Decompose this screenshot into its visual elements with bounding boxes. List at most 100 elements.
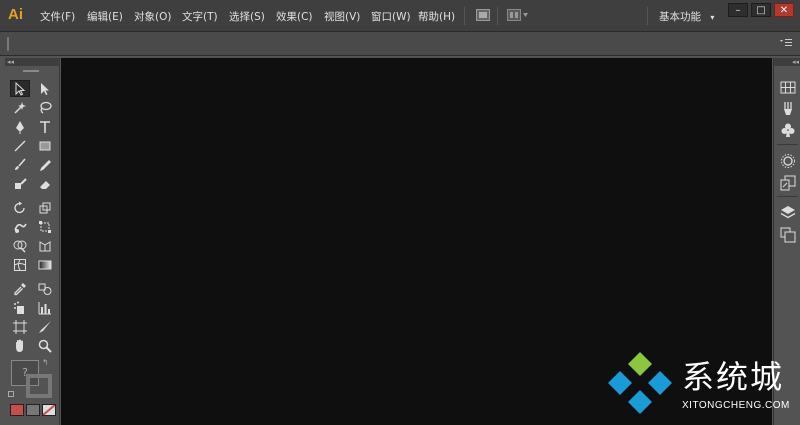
- color-mode-buttons: [10, 404, 56, 416]
- line-icon: [14, 140, 26, 151]
- warp-hand-icon: [14, 223, 27, 233]
- type-t-icon: [40, 120, 50, 133]
- menu-separator: [647, 7, 648, 25]
- menu-help[interactable]: 帮助(H): [418, 9, 455, 24]
- symbols-club-icon[interactable]: [780, 122, 796, 138]
- warp-tool[interactable]: [10, 218, 30, 235]
- chevron-down-icon: ▾: [710, 13, 715, 22]
- zoom-tool[interactable]: [35, 337, 55, 354]
- symbol-sprayer-tool[interactable]: [10, 299, 30, 316]
- menu-separator: [497, 7, 498, 25]
- window-controls: – □ ✕: [728, 3, 794, 17]
- bridge-icon[interactable]: [476, 9, 490, 21]
- slice-tool[interactable]: [35, 318, 55, 335]
- mesh-tool[interactable]: [10, 256, 30, 273]
- stroke-swatch[interactable]: [26, 374, 52, 398]
- toolbox-grip[interactable]: [23, 70, 39, 72]
- selection-tool[interactable]: [10, 80, 30, 97]
- swatches-grid-icon[interactable]: [780, 80, 796, 96]
- artboards-panel-icon[interactable]: [780, 227, 796, 243]
- gradient-tool[interactable]: [35, 256, 55, 273]
- selection-arrow-icon: [15, 81, 26, 96]
- minimize-button[interactable]: –: [728, 3, 748, 17]
- menu-object[interactable]: 对象(O): [134, 9, 171, 24]
- lasso-tool[interactable]: [35, 99, 55, 116]
- gradient-button[interactable]: [26, 404, 40, 416]
- menu-window[interactable]: 窗口(W): [371, 9, 411, 24]
- menu-view[interactable]: 视图(V): [324, 9, 360, 24]
- perspective-grid-icon: [39, 240, 51, 251]
- collapse-panel-button[interactable]: ◂◂: [5, 58, 60, 66]
- mesh-icon: [14, 258, 26, 271]
- fill-stroke-control[interactable]: ? ↰: [8, 358, 56, 400]
- menu-type[interactable]: 文字(T): [182, 9, 218, 24]
- perspective-grid-tool[interactable]: [35, 237, 55, 254]
- column-graph-tool[interactable]: [35, 299, 55, 316]
- artboard-icon: [13, 319, 27, 334]
- column-graph-icon: [38, 301, 51, 314]
- menu-edit[interactable]: 编辑(E): [87, 9, 123, 24]
- menu-effect[interactable]: 效果(C): [276, 9, 313, 24]
- workspace-label: 基本功能: [659, 11, 701, 23]
- zoom-magnifier-icon: [38, 339, 52, 353]
- pencil-tool[interactable]: [35, 156, 55, 173]
- dock-separator: [777, 196, 798, 197]
- watermark-logo: 系统城 XITONGCHENG.COM: [606, 352, 796, 417]
- symbol-sprayer-icon: [14, 301, 24, 314]
- eraser-icon: [40, 180, 50, 189]
- appearance-sun-icon[interactable]: [780, 153, 796, 169]
- type-tool[interactable]: [35, 118, 55, 135]
- scale-icon: [39, 202, 51, 213]
- arrange-documents-icon[interactable]: [507, 9, 529, 21]
- swap-fill-stroke-icon[interactable]: ↰: [42, 358, 49, 367]
- blob-brush-icon: [15, 177, 27, 189]
- color-button[interactable]: [10, 404, 24, 416]
- tools-panel: ◂◂ ? ↰: [5, 58, 60, 425]
- rotate-tool[interactable]: [10, 199, 30, 216]
- gradient-icon: [38, 260, 52, 269]
- none-button[interactable]: [42, 404, 56, 416]
- workspace-switcher[interactable]: 基本功能 ▾: [659, 9, 714, 24]
- rectangle-tool[interactable]: [35, 137, 55, 154]
- rectangle-icon: [39, 141, 51, 150]
- line-segment-tool[interactable]: [10, 137, 30, 154]
- shape-builder-tool[interactable]: [10, 237, 30, 254]
- magic-wand-icon: [14, 101, 26, 114]
- panel-menu-icon[interactable]: [780, 38, 792, 48]
- free-transform-tool[interactable]: [35, 218, 55, 235]
- eyedropper-icon: [14, 282, 26, 295]
- direct-selection-tool[interactable]: [35, 80, 55, 97]
- control-bar-grip[interactable]: [7, 37, 9, 51]
- hand-tool[interactable]: [10, 337, 30, 354]
- watermark-english-text: XITONGCHENG.COM: [682, 400, 790, 411]
- layers-icon[interactable]: [780, 205, 796, 221]
- graphic-styles-icon[interactable]: [780, 175, 796, 191]
- menu-bar: Ai 文件(F) 编辑(E) 对象(O) 文字(T) 选择(S) 效果(C) 视…: [0, 0, 800, 32]
- hand-icon: [16, 339, 23, 352]
- default-fill-stroke-icon[interactable]: [8, 391, 14, 397]
- free-transform-icon: [39, 220, 51, 233]
- none-slash-icon: [43, 405, 55, 415]
- magic-wand-tool[interactable]: [10, 99, 30, 116]
- eraser-tool[interactable]: [35, 175, 55, 192]
- close-button[interactable]: ✕: [774, 3, 794, 17]
- dock-separator: [777, 144, 798, 145]
- pen-tool[interactable]: [10, 118, 30, 135]
- brushes-icon[interactable]: [780, 101, 796, 117]
- control-bar: [0, 32, 800, 56]
- menu-file[interactable]: 文件(F): [40, 9, 75, 24]
- menu-separator: [464, 7, 465, 25]
- collapse-dock-button[interactable]: ◂◂: [774, 58, 800, 66]
- scale-tool[interactable]: [35, 199, 55, 216]
- app-logo: Ai: [8, 6, 23, 23]
- blend-tool[interactable]: [35, 280, 55, 297]
- artboard-tool[interactable]: [10, 318, 30, 335]
- pencil-icon: [40, 159, 51, 171]
- menu-select[interactable]: 选择(S): [229, 9, 265, 24]
- eyedropper-tool[interactable]: [10, 280, 30, 297]
- paintbrush-tool[interactable]: [10, 156, 30, 173]
- paintbrush-icon: [15, 157, 26, 170]
- maximize-button[interactable]: □: [751, 3, 771, 17]
- lasso-icon: [40, 101, 52, 114]
- blob-brush-tool[interactable]: [10, 175, 30, 192]
